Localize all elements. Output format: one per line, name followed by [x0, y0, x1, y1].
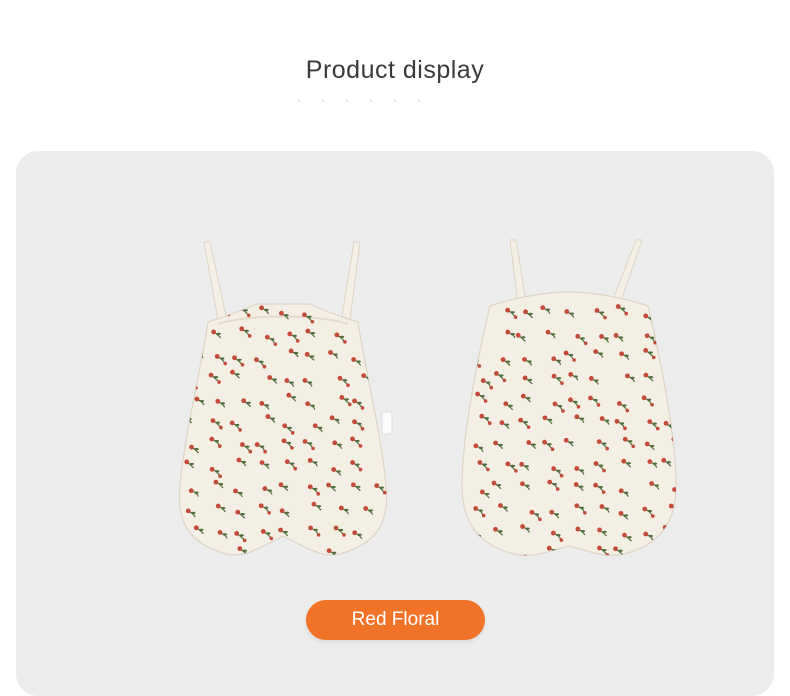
color-option-button[interactable]: Red Floral [306, 600, 485, 640]
bodysuit-front-image [178, 241, 393, 556]
page-title: Product display [305, 56, 485, 84]
title-dots-decoration [297, 99, 421, 103]
bodysuit-back-image [461, 239, 677, 556]
